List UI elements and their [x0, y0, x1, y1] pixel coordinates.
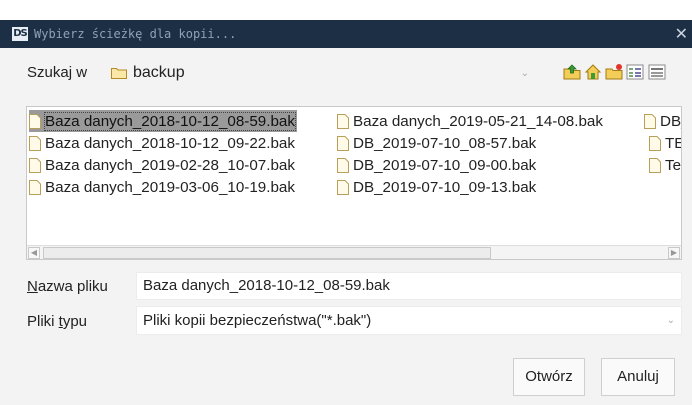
file-item[interactable]: DB_2019-07-10_08-57.bak: [337, 132, 603, 154]
file-icon: [29, 157, 41, 173]
title-bar: DS Wybierz ścieżkę dla kopii... ✕: [0, 20, 692, 48]
close-button[interactable]: ✕: [675, 24, 688, 43]
file-icon: [337, 157, 349, 173]
home-icon[interactable]: [584, 63, 602, 81]
details-view-icon[interactable]: [648, 63, 666, 81]
open-button[interactable]: Otwórz: [513, 358, 585, 396]
file-icon: [29, 135, 41, 151]
file-icon: [29, 113, 41, 129]
file-icon: [644, 113, 656, 129]
file-column: Baza danych_2018-10-12_08-59.bak Baza da…: [29, 110, 297, 198]
file-item[interactable]: Baza danych_2019-05-21_14-08.bak: [337, 110, 603, 132]
horizontal-scrollbar[interactable]: ◀ ▶: [27, 245, 681, 259]
cancel-button[interactable]: Anuluj: [601, 358, 675, 396]
file-icon: [29, 179, 41, 195]
file-icon: [337, 113, 349, 129]
file-icon: [337, 135, 349, 151]
lookin-value: backup: [133, 64, 185, 81]
new-folder-icon[interactable]: [605, 63, 623, 81]
file-column: DB_ TES Tes: [644, 110, 681, 176]
file-icon: [337, 179, 349, 195]
window-title: Wybierz ścieżkę dla kopii...: [34, 27, 237, 41]
filename-label: Nazwa pliku: [27, 278, 108, 295]
file-list[interactable]: Baza danych_2018-10-12_08-59.bak Baza da…: [26, 106, 682, 260]
up-folder-icon[interactable]: [563, 63, 581, 81]
file-item[interactable]: DB_2019-07-10_09-13.bak: [337, 176, 603, 198]
scroll-right-button[interactable]: ▶: [668, 247, 680, 259]
app-logo-icon: DS: [12, 27, 28, 41]
filename-input[interactable]: Baza danych_2018-10-12_08-59.bak: [136, 272, 682, 300]
scrollbar-thumb[interactable]: [43, 247, 491, 259]
dialog-body: Szukaj w backup ⌄ Baza danych_2018-10-12…: [0, 48, 692, 405]
chevron-down-icon[interactable]: ⌄: [521, 68, 529, 79]
folder-icon: [111, 68, 127, 79]
lookin-combo[interactable]: backup ⌄: [111, 58, 531, 88]
filetype-value: Pliki kopii bezpieczeństwa("*.bak"): [143, 312, 372, 329]
file-item[interactable]: Tes: [649, 154, 681, 176]
file-item-selected[interactable]: Baza danych_2018-10-12_08-59.bak: [29, 110, 297, 132]
file-item[interactable]: Baza danych_2018-10-12_09-22.bak: [29, 132, 297, 154]
file-item[interactable]: DB_: [644, 110, 681, 132]
file-item[interactable]: Baza danych_2019-03-06_10-19.bak: [29, 176, 297, 198]
scroll-left-button[interactable]: ◀: [28, 247, 40, 259]
filetype-label: Pliki typu: [27, 313, 88, 330]
lookin-label: Szukaj w: [27, 64, 88, 81]
file-column: Baza danych_2019-05-21_14-08.bak DB_2019…: [337, 110, 603, 198]
file-item[interactable]: DB_2019-07-10_09-00.bak: [337, 154, 603, 176]
chevron-down-icon[interactable]: ⌄: [667, 307, 675, 334]
file-item[interactable]: TES: [649, 132, 681, 154]
list-view-icon[interactable]: [626, 63, 644, 81]
file-icon: [649, 135, 661, 151]
file-icon: [649, 157, 661, 173]
file-item[interactable]: Baza danych_2019-02-28_10-07.bak: [29, 154, 297, 176]
filetype-select[interactable]: Pliki kopii bezpieczeństwa("*.bak") ⌄: [136, 306, 682, 335]
